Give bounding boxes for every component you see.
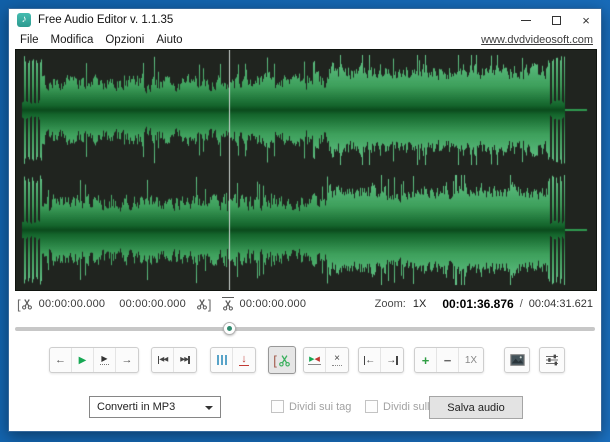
zoom-label: Zoom: (374, 298, 406, 310)
pause-icon (216, 355, 227, 365)
to-start-icon: ← (363, 354, 376, 366)
play-icon: ▶ (78, 354, 87, 366)
toolbar: ← ▶ ▶ → ◀◀ ▶▶ ↓ [▶ ◀ × ← → + − 1X (9, 346, 601, 374)
trim-to-selection-button[interactable]: ▶ ◀ (304, 348, 326, 372)
skip-to-end-button[interactable]: ▶▶ (174, 348, 196, 372)
selection-jump-group: ← → (358, 347, 404, 373)
zoom-in-button[interactable]: + (415, 348, 437, 372)
minus-icon: − (443, 352, 452, 368)
bracket-scissors-icon: [ (273, 354, 291, 367)
pause-record-group: ↓ (210, 347, 256, 373)
pause-button[interactable] (211, 348, 233, 372)
menu-bar: File Modifica Opzioni Aiuto www.dvdvideo… (9, 31, 601, 49)
split-tags-label: Dividi sui tag (289, 400, 352, 413)
cursor-position-icon (221, 297, 234, 311)
zoom-value: 1X (412, 298, 427, 310)
delete-selection-button[interactable]: × (326, 348, 348, 372)
selection-end-icon: ] (196, 298, 212, 311)
close-button[interactable]: × (571, 9, 601, 31)
skip-group: ◀◀ ▶▶ (151, 347, 197, 373)
minimize-icon (521, 19, 531, 21)
checkbox-box[interactable] (271, 400, 284, 413)
scissors-icon (21, 299, 32, 310)
bottom-bar: Converti in MP3 Dividi sui tag Dividi su… (9, 396, 601, 420)
scissors-icon (196, 299, 207, 310)
play-button[interactable]: ▶ (72, 348, 94, 372)
skip-start-icon: ◀◀ (157, 355, 168, 364)
chevron-down-icon (205, 406, 213, 410)
app-icon: ♪ (17, 13, 31, 27)
selection-start-icon: [ (17, 298, 33, 311)
play-selection-icon: ▶ (100, 354, 109, 365)
plus-icon: + (421, 352, 430, 368)
save-audio-label: Salva audio (447, 401, 505, 414)
slider-thumb-dot (227, 326, 232, 331)
sliders-icon (546, 354, 558, 366)
cursor-position-time: 00:00:00.000 (239, 298, 307, 310)
zoom-out-button[interactable]: − (437, 348, 459, 372)
window-title: Free Audio Editor v. 1.1.35 (38, 14, 174, 26)
title-bar: ♪ Free Audio Editor v. 1.1.35 × (9, 9, 601, 31)
waveform-view-button[interactable] (504, 347, 530, 373)
skip-end-icon: ▶▶ (180, 355, 190, 364)
menu-modifica[interactable]: Modifica (49, 33, 96, 47)
step-back-button[interactable]: ← (50, 348, 72, 372)
playback-group: ← ▶ ▶ → (49, 347, 139, 373)
trim-icon: ▶ ◀ (308, 355, 321, 365)
app-window: ♪ Free Audio Editor v. 1.1.35 × File Mod… (8, 8, 602, 432)
checkbox-box[interactable] (365, 400, 378, 413)
close-icon: × (582, 12, 590, 28)
arrow-left-icon: ← (55, 354, 66, 366)
seek-slider-thumb[interactable] (223, 322, 236, 335)
window-controls: × (511, 9, 601, 31)
trim-group: ▶ ◀ × (303, 347, 349, 373)
go-selection-end-button[interactable]: → (381, 348, 403, 372)
play-selection-button[interactable]: ▶ (94, 348, 116, 372)
desktop-background: ♪ Free Audio Editor v. 1.1.35 × File Mod… (0, 0, 610, 442)
total-time: 00:04:31.621 (528, 298, 593, 310)
menu-file[interactable]: File (18, 33, 41, 47)
delete-selection-icon: × (332, 353, 342, 366)
save-audio-button[interactable]: Salva audio (429, 396, 523, 419)
split-tags-checkbox[interactable]: Dividi sui tag (271, 400, 351, 413)
to-end-icon: → (386, 354, 398, 366)
time-separator: / (519, 298, 523, 310)
menu-opzioni[interactable]: Opzioni (103, 33, 146, 47)
zoom-group: + − 1X (414, 347, 484, 373)
go-selection-start-button[interactable]: ← (359, 348, 381, 372)
selection-end-time: 00:00:00.000 (119, 298, 186, 310)
picture-icon (509, 354, 525, 366)
arrow-right-icon: → (121, 354, 133, 366)
minimize-button[interactable] (511, 9, 541, 31)
cut-selection-button[interactable]: [ (268, 346, 296, 374)
convert-format-value: Converti in MP3 (97, 401, 176, 413)
seek-slider (15, 322, 595, 336)
seek-slider-track[interactable] (15, 327, 595, 331)
selection-start-time: 00:00:00.000 (38, 298, 106, 310)
skip-to-start-button[interactable]: ◀◀ (152, 348, 174, 372)
drop-marker-button[interactable]: ↓ (233, 348, 255, 372)
step-forward-button[interactable]: → (116, 348, 138, 372)
waveform-panel (15, 49, 597, 291)
maximize-icon (551, 15, 561, 25)
zoom-reset-label: 1X (464, 354, 478, 366)
waveform-display[interactable] (16, 50, 596, 290)
convert-format-select[interactable]: Converti in MP3 (89, 396, 221, 418)
current-time: 00:01:36.876 (442, 297, 514, 311)
red-down-arrow-icon: ↓ (239, 353, 249, 366)
website-link[interactable]: www.dvdvideosoft.com (481, 34, 593, 46)
scissors-icon (222, 300, 233, 311)
time-readout-row: [ 00:00:00.000 00:00:00.000 ] 00:00:00.0… (17, 295, 593, 313)
zoom-reset-button[interactable]: 1X (459, 348, 483, 372)
scissors-icon (278, 354, 290, 367)
effects-settings-button[interactable] (539, 347, 565, 373)
maximize-button[interactable] (541, 9, 571, 31)
menu-aiuto[interactable]: Aiuto (154, 33, 184, 47)
